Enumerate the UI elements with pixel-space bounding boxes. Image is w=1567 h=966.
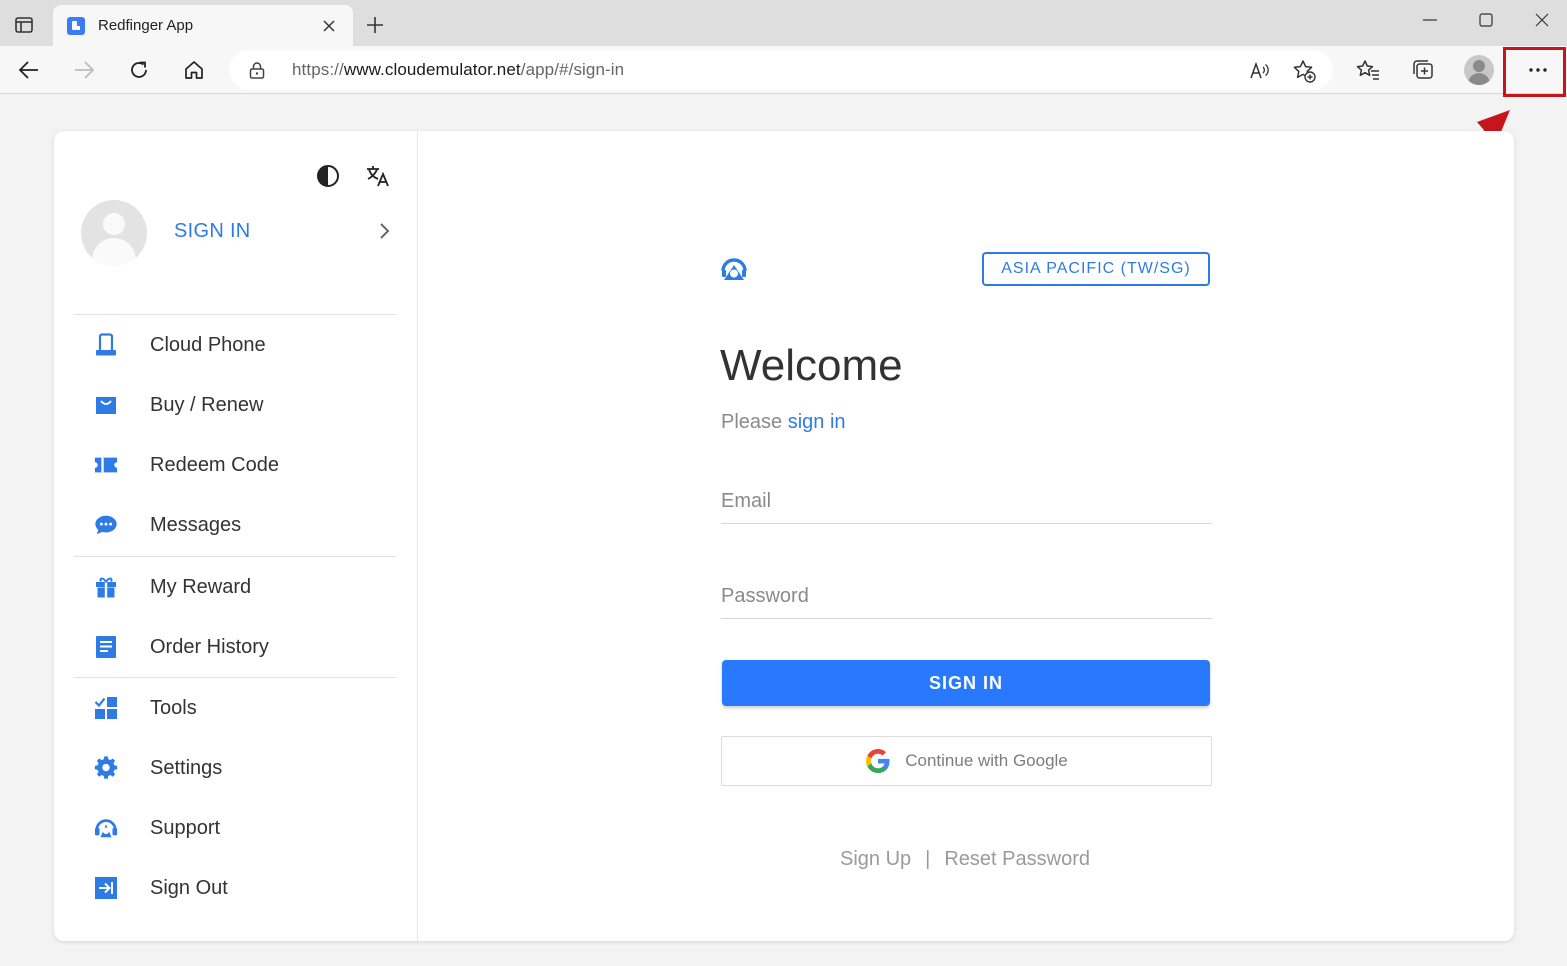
collections-icon[interactable] (1405, 52, 1441, 88)
browser-toolbar: https://www.cloudemulator.net/app/#/sign… (0, 46, 1567, 94)
google-sign-in-button[interactable]: Continue with Google (721, 736, 1212, 786)
sidebar-item-tools[interactable]: Tools (74, 684, 397, 732)
reset-password-link[interactable]: Reset Password (944, 848, 1090, 870)
favorites-icon[interactable] (1350, 52, 1386, 88)
app-card: SIGN IN Cloud Phone Buy / Renew Redeem C… (54, 131, 1514, 941)
profile-icon[interactable] (1461, 52, 1497, 88)
chat-bubble-icon (94, 513, 118, 537)
read-aloud-icon[interactable] (1247, 58, 1273, 84)
address-bar[interactable]: https://www.cloudemulator.net/app/#/sign… (229, 50, 1333, 90)
forward-arrow-icon[interactable] (66, 52, 102, 88)
sidebar-item-order-history[interactable]: Order History (74, 623, 397, 671)
email-field (721, 474, 1212, 524)
redfinger-favicon-icon (67, 16, 85, 35)
back-arrow-icon[interactable] (11, 52, 47, 88)
sidebar: SIGN IN Cloud Phone Buy / Renew Redeem C… (54, 131, 418, 941)
sidebar-divider (74, 677, 397, 678)
footer-links: Sign Up | Reset Password (840, 848, 1090, 871)
avatar[interactable] (81, 200, 147, 266)
gear-icon (94, 756, 118, 780)
receipt-icon (94, 635, 118, 659)
page-title: Welcome (720, 341, 903, 390)
gift-icon (94, 575, 118, 599)
theme-contrast-icon[interactable] (314, 162, 342, 190)
ticket-icon (94, 453, 118, 477)
sign-in-link[interactable]: sign in (788, 411, 846, 433)
close-window-icon[interactable] (1514, 0, 1567, 40)
sign-out-icon (94, 876, 118, 900)
sidebar-item-my-reward[interactable]: My Reward (74, 563, 397, 611)
sidebar-item-settings[interactable]: Settings (74, 744, 397, 792)
browser-tab-bar: Redfinger App (0, 0, 1567, 46)
browser-tab[interactable]: Redfinger App (53, 5, 353, 46)
close-tab-icon[interactable] (315, 12, 343, 40)
password-input[interactable] (721, 569, 1212, 618)
url-text: https://www.cloudemulator.net/app/#/sign… (292, 60, 625, 79)
shopping-bag-icon (94, 393, 118, 417)
minimize-window-icon[interactable] (1402, 0, 1458, 40)
tab-actions-icon[interactable] (8, 10, 40, 40)
sidebar-item-redeem-code[interactable]: Redeem Code (74, 441, 397, 489)
refresh-icon[interactable] (121, 52, 157, 88)
support-agent-icon (94, 816, 118, 840)
email-input[interactable] (721, 474, 1212, 523)
sidebar-divider (74, 556, 397, 557)
lock-icon[interactable] (249, 61, 273, 79)
sidebar-divider (74, 314, 397, 315)
region-selector-button[interactable]: ASIA PACIFIC (TW/SG) (982, 252, 1210, 286)
phone-icon (94, 333, 118, 357)
tools-grid-icon (94, 696, 118, 720)
sign-in-button[interactable]: SIGN IN (722, 660, 1210, 706)
sidebar-item-buy-renew[interactable]: Buy / Renew (74, 381, 397, 429)
sidebar-item-support[interactable]: Support (74, 804, 397, 852)
link-separator: | (925, 848, 931, 870)
home-icon[interactable] (176, 52, 212, 88)
sidebar-item-sign-out[interactable]: Sign Out (74, 864, 397, 912)
sidebar-sign-in-link[interactable]: SIGN IN (174, 220, 251, 243)
sign-up-link[interactable]: Sign Up (840, 848, 911, 870)
password-field (721, 569, 1212, 619)
translate-icon[interactable] (364, 162, 392, 190)
maximize-window-icon[interactable] (1458, 0, 1514, 40)
welcome-subtitle: Please sign in (721, 411, 846, 433)
new-tab-plus-icon[interactable] (360, 10, 390, 40)
sidebar-item-messages[interactable]: Messages (74, 501, 397, 549)
more-options-icon[interactable] (1516, 52, 1560, 88)
add-favorite-star-icon[interactable] (1291, 58, 1317, 84)
google-logo-icon (866, 749, 890, 773)
chevron-right-icon[interactable] (372, 219, 396, 243)
tab-title: Redfinger App (98, 17, 194, 34)
redfinger-logo-icon (721, 258, 747, 280)
sidebar-item-cloud-phone[interactable]: Cloud Phone (74, 321, 397, 369)
